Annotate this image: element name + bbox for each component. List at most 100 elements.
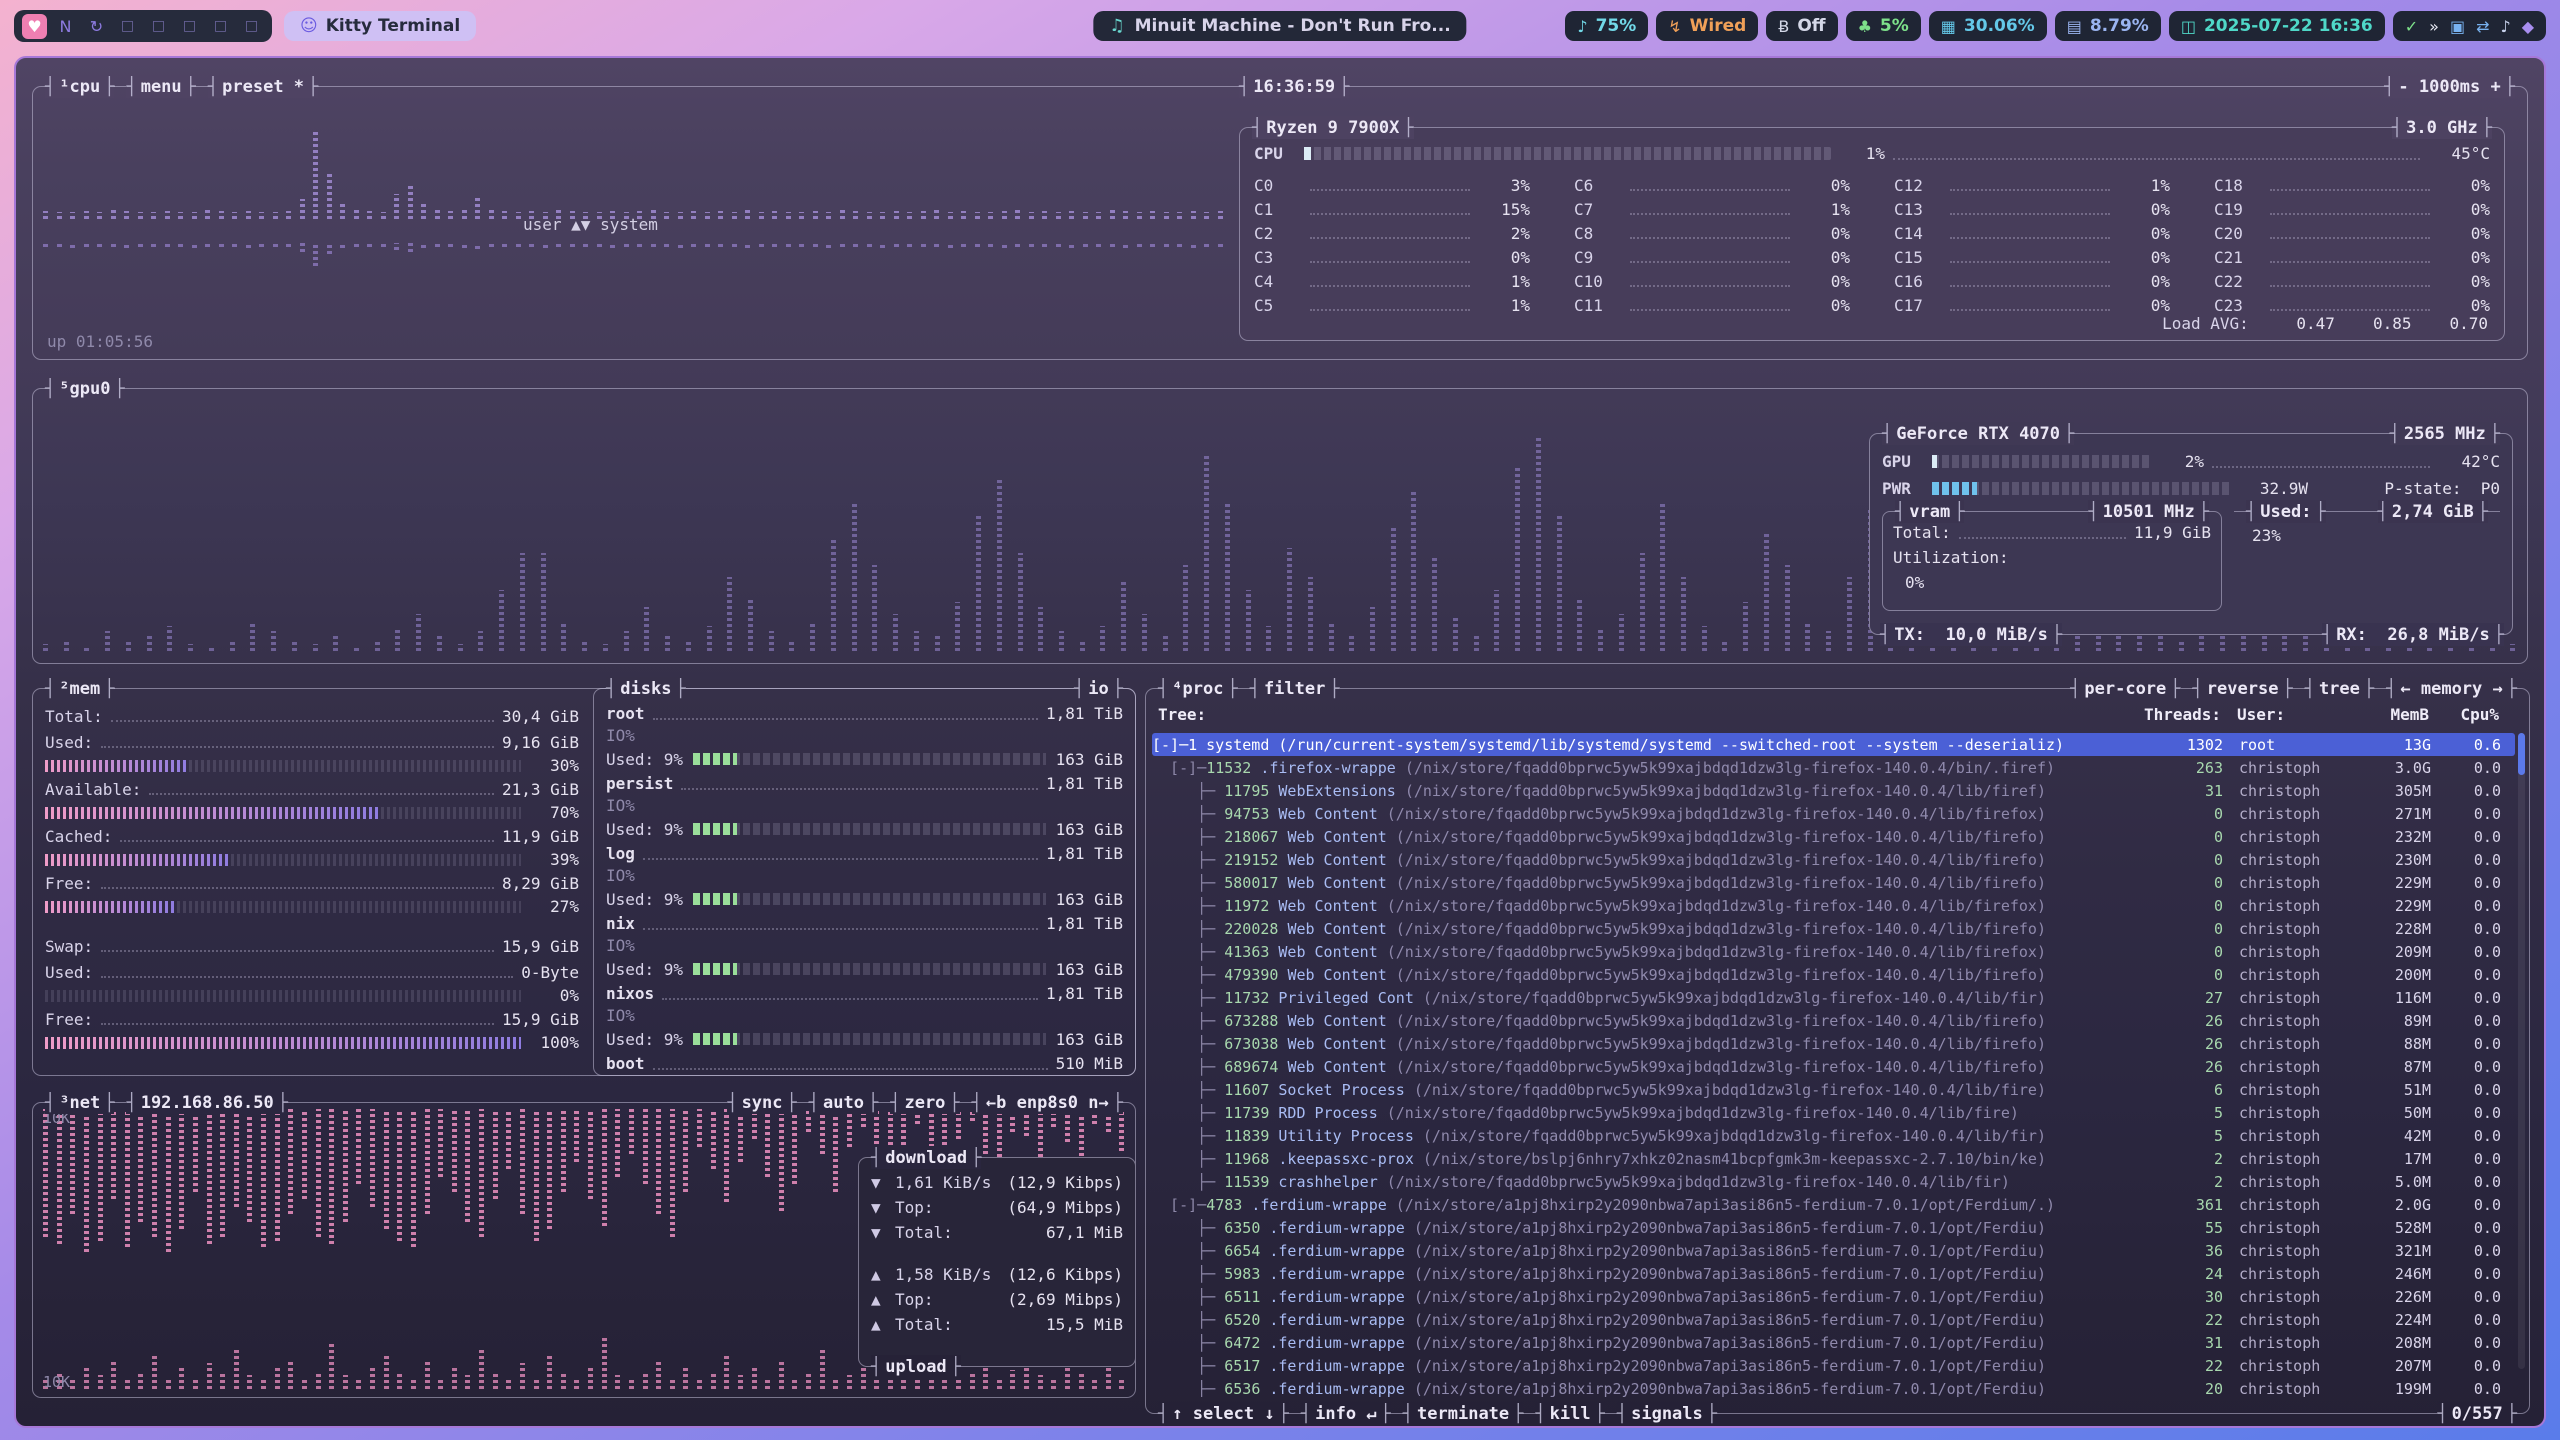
status-cpu-usage[interactable]: ♣5% [1846, 11, 1921, 41]
process-user: christoph [2223, 828, 2351, 846]
process-pid: 6517 [1224, 1357, 1260, 1375]
kill-button[interactable]: kill [1535, 1402, 1604, 1425]
process-row-11607[interactable]: ├─ 11607Socket Process(/nix/store/fqadd0… [1152, 1078, 2515, 1101]
select-control[interactable]: ↑ select ↓ [1158, 1402, 1289, 1425]
process-pid: 4783 [1206, 1196, 1242, 1214]
process-row-11732[interactable]: ├─ 11732Privileged Cont(/nix/store/fqadd… [1152, 986, 2515, 1009]
preset-button[interactable]: preset * [208, 75, 318, 98]
process-row-6536[interactable]: ├─ 6536.ferdium-wrappe(/nix/store/a1pj8h… [1152, 1377, 2515, 1397]
process-user: christoph [2223, 1242, 2351, 1260]
process-row-1[interactable]: [-]─1systemd(/run/current-system/systemd… [1152, 733, 2515, 756]
network-ip-address: 192.168.86.50 [126, 1091, 288, 1114]
process-row-11532[interactable]: [-]─11532.firefox-wrappe(/nix/store/fqad… [1152, 756, 2515, 779]
process-cpu: 0.0 [2431, 920, 2515, 938]
workspace-ws8[interactable]: □ [239, 14, 264, 39]
process-row-580017[interactable]: ├─ 580017Web Content(/nix/store/fqadd0bp… [1152, 871, 2515, 894]
media-player-pill[interactable]: ♫ Minuit Machine - Don't Run Fro... [1093, 11, 1466, 41]
process-row-673038[interactable]: ├─ 673038Web Content(/nix/store/fqadd0bp… [1152, 1032, 2515, 1055]
process-row-689674[interactable]: ├─ 689674Web Content(/nix/store/fqadd0bp… [1152, 1055, 2515, 1078]
memory-panel: ²mem Total:30,4 GiBUsed:9,16 GiB30%Avail… [32, 688, 1136, 1076]
disk-used-label: Used: 9% [606, 820, 683, 839]
process-row-6350[interactable]: ├─ 6350.ferdium-wrappe(/nix/store/a1pj8h… [1152, 1216, 2515, 1239]
process-row-6654[interactable]: ├─ 6654.ferdium-wrappe(/nix/store/a1pj8h… [1152, 1239, 2515, 1262]
workspace-ws6[interactable]: □ [177, 14, 202, 39]
net-zero-toggle[interactable]: zero [890, 1091, 959, 1114]
kitty-terminal-window[interactable]: ¹cpu menu preset * 16:36:59 - 1000ms + u… [14, 56, 2546, 1428]
process-row-6517[interactable]: ├─ 6517.ferdium-wrappe(/nix/store/a1pj8h… [1152, 1354, 2515, 1377]
mem-row: Used:0-Byte [45, 959, 579, 985]
status-bluetooth[interactable]: ɃOff [1766, 11, 1837, 41]
process-threads: 22 [2127, 1357, 2223, 1375]
net-sync-toggle[interactable]: sync [727, 1091, 796, 1114]
workspace-ws4[interactable]: □ [115, 14, 140, 39]
process-scrollbar[interactable] [2518, 733, 2525, 1369]
process-memory: 224M [2351, 1311, 2431, 1329]
process-row-4783[interactable]: [-]─4783.ferdium-wrappe(/nix/store/a1pj8… [1152, 1193, 2515, 1216]
reverse-toggle[interactable]: reverse [2193, 677, 2293, 700]
check-icon[interactable]: ✓ [2405, 17, 2418, 36]
process-row-218067[interactable]: ├─ 218067Web Content(/nix/store/fqadd0bp… [1152, 825, 2515, 848]
info-button[interactable]: info ↵ [1301, 1402, 1391, 1425]
column-threads[interactable]: Threads: [2125, 705, 2221, 724]
workspace-refresh[interactable]: ↻ [84, 14, 109, 39]
tree-toggle[interactable]: tree [2305, 677, 2374, 700]
status-network[interactable]: ↯Wired [1656, 11, 1758, 41]
process-row-6520[interactable]: ├─ 6520.ferdium-wrappe(/nix/store/a1pj8h… [1152, 1308, 2515, 1331]
process-row-5983[interactable]: ├─ 5983.ferdium-wrappe(/nix/store/a1pj8h… [1152, 1262, 2515, 1285]
process-row-220028[interactable]: ├─ 220028Web Content(/nix/store/fqadd0bp… [1152, 917, 2515, 940]
column-tree[interactable]: Tree: [1158, 705, 2125, 724]
workspace-ws7[interactable]: □ [208, 14, 233, 39]
process-row-479390[interactable]: ├─ 479390Web Content(/nix/store/fqadd0bp… [1152, 963, 2515, 986]
sort-column-selector[interactable]: ← memory → [2386, 677, 2517, 700]
clipboard-icon[interactable]: ▣ [2450, 17, 2465, 36]
disks-title: disks [606, 677, 686, 700]
process-cpu: 0.0 [2431, 943, 2515, 961]
column-mem[interactable]: MemB [2349, 705, 2429, 724]
process-row-11795[interactable]: ├─ 11795WebExtensions(/nix/store/fqadd0b… [1152, 779, 2515, 802]
status-volume[interactable]: ♪75% [1565, 11, 1648, 41]
workspace-nix[interactable]: N [53, 14, 78, 39]
process-row-11839[interactable]: ├─ 11839Utility Process(/nix/store/fqadd… [1152, 1124, 2515, 1147]
process-user: christoph [2223, 966, 2351, 984]
process-tree-prefix: ├─ [1152, 828, 1224, 846]
filter-button[interactable]: filter [1250, 677, 1340, 700]
process-threads: 31 [2127, 1334, 2223, 1352]
disks-io-toggle[interactable]: io [1074, 677, 1123, 700]
process-name: .ferdium-wrappe [1269, 1380, 1404, 1398]
process-tree-prefix: ├─ [1152, 874, 1224, 892]
notifications-icon[interactable]: ◆ [2522, 17, 2534, 36]
update-interval-control[interactable]: - 1000ms + [2384, 75, 2515, 98]
prompt-icon[interactable]: » [2429, 17, 2439, 36]
column-cpu[interactable]: Cpu% [2429, 705, 2513, 724]
process-row-11539[interactable]: ├─ 11539crashhelper(/nix/store/fqadd0bpr… [1152, 1170, 2515, 1193]
signals-button[interactable]: signals [1617, 1402, 1717, 1425]
per-core-toggle[interactable]: per-core [2070, 677, 2180, 700]
process-row-11972[interactable]: ├─ 11972Web Content(/nix/store/fqadd0bpr… [1152, 894, 2515, 917]
terminate-button[interactable]: terminate [1403, 1402, 1524, 1425]
audio-icon[interactable]: ♪ [2500, 17, 2510, 36]
process-row-219152[interactable]: ├─ 219152Web Content(/nix/store/fqadd0bp… [1152, 848, 2515, 871]
process-row-11968[interactable]: ├─ 11968.keepassxc-prox(/nix/store/bslpj… [1152, 1147, 2515, 1170]
workspace-heart[interactable]: ♥ [22, 14, 47, 39]
process-tree-prefix: ├─ [1152, 1173, 1224, 1191]
process-row-6472[interactable]: ├─ 6472.ferdium-wrappe(/nix/store/a1pj8h… [1152, 1331, 2515, 1354]
process-row-673288[interactable]: ├─ 673288Web Content(/nix/store/fqadd0bp… [1152, 1009, 2515, 1032]
scrollbar-thumb[interactable] [2518, 733, 2525, 775]
net-auto-toggle[interactable]: auto [809, 1091, 878, 1114]
cpu-panel-title: ¹cpu [45, 75, 114, 98]
workspace-ws5[interactable]: □ [146, 14, 171, 39]
process-row-6511[interactable]: ├─ 6511.ferdium-wrappe(/nix/store/a1pj8h… [1152, 1285, 2515, 1308]
status-clock[interactable]: ◫2025-07-22 16:36 [2169, 11, 2385, 41]
process-row-11739[interactable]: ├─ 11739RDD Process(/nix/store/fqadd0bpr… [1152, 1101, 2515, 1124]
process-command: (/nix/store/a1pj8hxirp2y2090nbwa7api3asi… [1414, 1242, 2127, 1260]
menu-button[interactable]: menu [126, 75, 195, 98]
process-tree-prefix: ├─ [1152, 1104, 1224, 1122]
process-row-41363[interactable]: ├─ 41363Web Content(/nix/store/fqadd0bpr… [1152, 940, 2515, 963]
column-user[interactable]: User: [2221, 705, 2349, 724]
status-disk-usage[interactable]: ▤8.79% [2055, 11, 2161, 41]
status-memory-usage[interactable]: ▦30.06% [1929, 11, 2047, 41]
net-interface-selector[interactable]: ←b enp8s0 n→ [972, 1091, 1123, 1114]
keyboard-layout-icon[interactable]: ⇄ [2476, 17, 2489, 36]
window-title-pill[interactable]: ☺ Kitty Terminal [284, 11, 476, 41]
process-row-94753[interactable]: ├─ 94753Web Content(/nix/store/fqadd0bpr… [1152, 802, 2515, 825]
